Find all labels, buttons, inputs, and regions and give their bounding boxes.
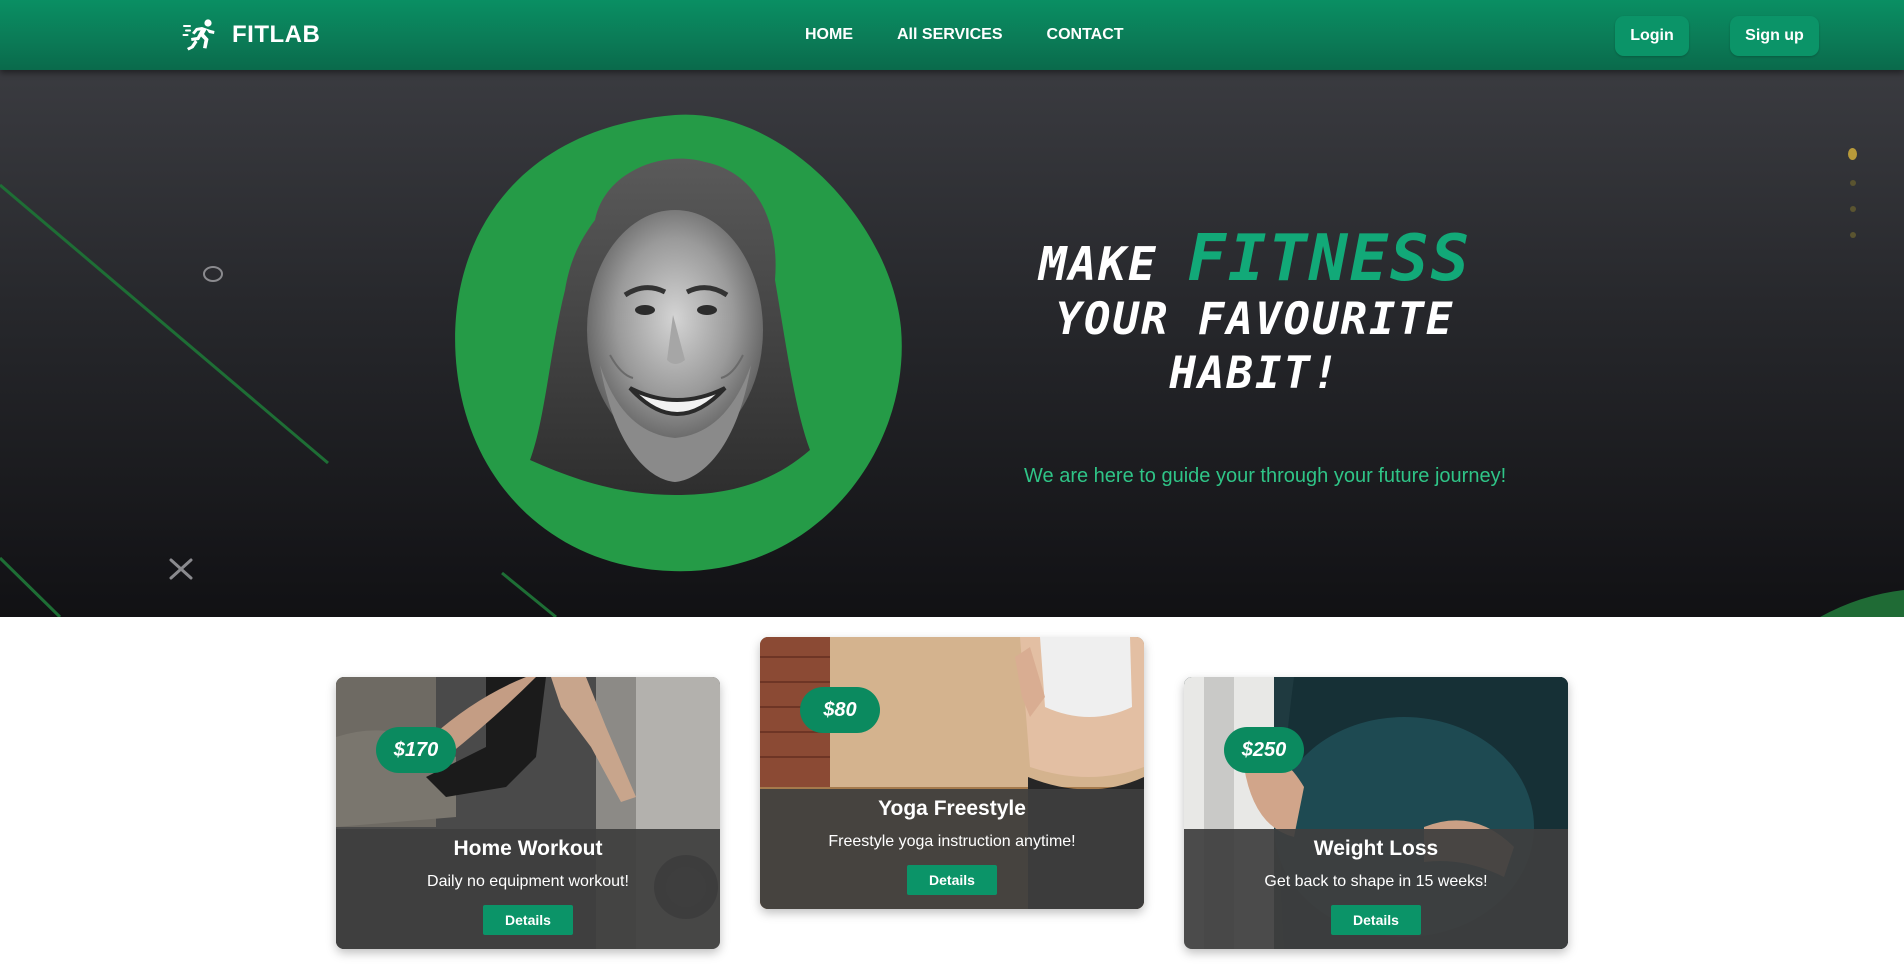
card-description: Freestyle yoga instruction anytime! xyxy=(828,833,1076,850)
details-button[interactable]: Details xyxy=(907,865,997,895)
service-card-yoga-freestyle: $80 Yoga Freestyle Freestyle yoga instru… xyxy=(760,637,1144,909)
card-info-panel: Home Workout Daily no equipment workout!… xyxy=(336,829,720,949)
main-nav: HOME All SERVICES CONTACT xyxy=(805,26,1124,44)
x-decoration xyxy=(169,558,193,580)
card-title: Weight Loss xyxy=(1313,837,1439,860)
card-description: Daily no equipment workout! xyxy=(427,873,629,890)
card-description: Get back to shape in 15 weeks! xyxy=(1264,873,1488,890)
corner-green-decoration xyxy=(1820,590,1904,617)
hero-section: MAKE FITNESS YOUR FAVOURITE HABIT! We ar… xyxy=(0,70,1904,617)
price-badge: $170 xyxy=(376,727,456,773)
login-button[interactable]: Login xyxy=(1615,16,1689,56)
hero-subtitle: We are here to guide your through your f… xyxy=(1024,465,1507,487)
card-title: Yoga Freestyle xyxy=(878,797,1026,820)
card-title: Home Workout xyxy=(453,837,603,860)
card-info-panel: Yoga Freestyle Freestyle yoga instructio… xyxy=(760,789,1144,909)
hero-title: MAKE FITNESS YOUR FAVOURITE HABIT! xyxy=(965,227,1545,401)
service-card-home-workout: $170 Home Workout Daily no equipment wor… xyxy=(336,677,720,949)
diagonal-line-decoration xyxy=(0,556,62,617)
top-navbar: FITLAB HOME All SERVICES CONTACT Login S… xyxy=(0,0,1904,70)
hero-title-accent: FITNESS xyxy=(1187,222,1472,296)
circle-decoration xyxy=(203,266,223,282)
runner-icon xyxy=(182,19,215,51)
price-badge: $250 xyxy=(1224,727,1304,773)
nav-home[interactable]: HOME xyxy=(805,26,853,44)
brand-name: FITLAB xyxy=(232,21,321,48)
card-info-panel: Weight Loss Get back to shape in 15 week… xyxy=(1184,829,1568,949)
nav-all-services[interactable]: All SERVICES xyxy=(897,26,1003,44)
slider-pagination xyxy=(1848,148,1857,238)
slider-dot-3[interactable] xyxy=(1849,206,1856,212)
hero-title-prefix: MAKE xyxy=(1038,237,1158,291)
details-button[interactable]: Details xyxy=(1331,905,1421,935)
service-card-weight-loss: $250 Weight Loss Get back to shape in 15… xyxy=(1184,677,1568,949)
brand-logo[interactable]: FITLAB xyxy=(182,18,320,52)
trainer-portrait-image xyxy=(530,158,810,495)
hero-decorations xyxy=(0,183,1904,617)
hero-title-line2: YOUR FAVOURITE HABIT! xyxy=(1055,294,1455,399)
signup-button[interactable]: Sign up xyxy=(1730,16,1819,56)
price-badge: $80 xyxy=(800,687,880,733)
nav-contact[interactable]: CONTACT xyxy=(1047,26,1124,44)
slider-dot-1[interactable] xyxy=(1848,148,1857,160)
diagonal-line-decoration xyxy=(0,183,329,465)
slider-dot-4[interactable] xyxy=(1849,232,1856,238)
slider-dot-2[interactable] xyxy=(1849,180,1856,186)
diagonal-line-decoration xyxy=(501,571,557,617)
details-button[interactable]: Details xyxy=(483,905,573,935)
